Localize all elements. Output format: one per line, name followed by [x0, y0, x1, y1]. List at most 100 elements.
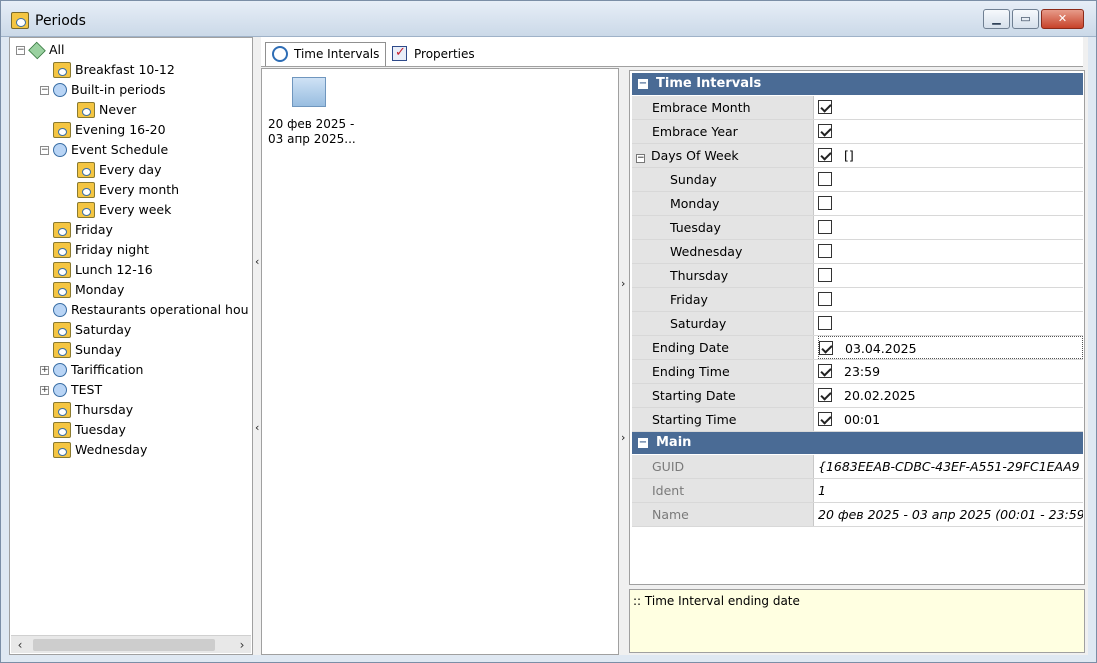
checkbox[interactable] — [818, 412, 832, 426]
tree-item[interactable]: Monday — [40, 280, 124, 300]
collapse-left-icon[interactable]: ‹ — [255, 255, 259, 268]
checkbox[interactable] — [818, 244, 832, 258]
tree-item[interactable]: Sunday — [40, 340, 122, 360]
property-value[interactable] — [818, 216, 1083, 239]
property-value[interactable]: 20 фев 2025 - 03 апр 2025 (00:01 - 23:59… — [818, 503, 1083, 526]
property-grid[interactable]: − Time Intervals Embrace Month Embrace Year… — [629, 70, 1085, 585]
close-button[interactable]: ✕ — [1041, 9, 1084, 29]
checkbox[interactable] — [818, 292, 832, 306]
property-row-embrace-year[interactable]: Embrace Year — [632, 120, 1083, 144]
tree-item[interactable]: + Tariffication — [40, 360, 143, 380]
property-value[interactable] — [818, 192, 1083, 215]
checkbox[interactable] — [818, 148, 832, 162]
tree-item[interactable]: − Event Schedule — [40, 140, 168, 160]
property-row-embrace-month[interactable]: Embrace Month — [632, 96, 1083, 120]
title-bar[interactable]: Periods ▁ ▭ ✕ — [1, 1, 1096, 37]
list-item[interactable]: 20 фев 2025 - 03 апр 2025... — [268, 77, 358, 147]
property-row-thursday[interactable]: Thursday — [632, 264, 1083, 288]
property-value[interactable]: [] — [818, 144, 1083, 167]
property-value[interactable] — [818, 264, 1083, 287]
property-row-friday[interactable]: Friday — [632, 288, 1083, 312]
minimize-button[interactable]: ▁ — [983, 9, 1010, 29]
tree-item[interactable]: Friday night — [40, 240, 149, 260]
maximize-button[interactable]: ▭ — [1012, 9, 1039, 29]
calendar-clock-icon — [53, 322, 71, 338]
property-row-name[interactable]: Name 20 фев 2025 - 03 апр 2025 (00:01 - 2… — [632, 503, 1083, 527]
checkbox[interactable] — [818, 364, 832, 378]
checkbox[interactable] — [818, 172, 832, 186]
property-value[interactable]: 23:59 — [818, 360, 1083, 383]
checkbox[interactable] — [818, 316, 832, 330]
tab-properties[interactable]: Properties — [385, 42, 482, 66]
collapse-icon[interactable]: − — [636, 154, 645, 163]
collapse-icon[interactable]: − — [638, 79, 648, 89]
tree-horizontal-scrollbar[interactable]: ‹ › — [11, 635, 251, 653]
property-row-saturday[interactable]: Saturday — [632, 312, 1083, 336]
property-row-sunday[interactable]: Sunday — [632, 168, 1083, 192]
category-main[interactable]: − Main — [632, 432, 1083, 454]
tree-item[interactable]: Evening 16-20 — [40, 120, 166, 140]
scroll-left-icon[interactable]: ‹ — [11, 636, 29, 654]
tree-expander-icon[interactable]: − — [40, 85, 49, 95]
tree-item[interactable]: Breakfast 10-12 — [40, 60, 175, 80]
property-value[interactable]: 00:01 — [818, 408, 1083, 431]
periods-tree[interactable]: Wednesday Tuesday Thursday + TEST + Tarifficat… — [9, 37, 253, 655]
property-row-starting-date[interactable]: Starting Date 20.02.2025 — [632, 384, 1083, 408]
property-row-ending-date[interactable]: Ending Date 03.04.2025 — [632, 336, 1083, 360]
property-value[interactable] — [818, 240, 1083, 263]
tree-item[interactable]: − All — [16, 40, 65, 60]
tree-item[interactable]: Never — [64, 100, 136, 120]
scroll-right-icon[interactable]: › — [233, 636, 251, 654]
tree-item[interactable]: Every week — [64, 200, 171, 220]
checkbox[interactable] — [818, 268, 832, 282]
tab-time-intervals-label: Time Intervals — [294, 47, 380, 61]
tree-item[interactable]: Every day — [64, 160, 162, 180]
intervals-list[interactable]: 20 фев 2025 - 03 апр 2025... — [261, 68, 619, 655]
tab-time-intervals[interactable]: Time Intervals — [265, 42, 387, 66]
property-row-guid[interactable]: GUID {1683EEAB-CDBC-43EF-A551-29FC1EAA9 — [632, 455, 1083, 479]
tree-expander-icon[interactable]: + — [40, 365, 49, 375]
tree-item[interactable]: + TEST — [40, 380, 102, 400]
collapse-icon[interactable]: − — [638, 438, 648, 448]
tree-item[interactable]: Friday — [40, 220, 113, 240]
tree-item[interactable]: − Built-in periods — [40, 80, 166, 100]
category-time-intervals[interactable]: − Time Intervals — [632, 73, 1083, 95]
property-row-ident[interactable]: Ident 1 — [632, 479, 1083, 503]
property-row-monday[interactable]: Monday — [632, 192, 1083, 216]
property-value[interactable]: 1 — [818, 479, 1083, 502]
tree-item[interactable]: Wednesday — [40, 440, 147, 460]
checkbox[interactable] — [818, 196, 832, 210]
checkbox[interactable] — [819, 341, 833, 355]
tree-expander-icon[interactable]: − — [16, 45, 25, 55]
right-splitter[interactable]: › › — [621, 37, 629, 655]
checkbox[interactable] — [818, 220, 832, 234]
checkbox[interactable] — [818, 100, 832, 114]
tree-item[interactable]: Thursday — [40, 400, 133, 420]
property-value[interactable]: 20.02.2025 — [818, 384, 1083, 407]
tree-item[interactable]: Lunch 12-16 — [40, 260, 153, 280]
expand-right-icon-2[interactable]: › — [621, 431, 625, 444]
property-row-wednesday[interactable]: Wednesday — [632, 240, 1083, 264]
tree-expander-icon[interactable]: + — [40, 385, 49, 395]
property-row-days-of-week[interactable]: − Days Of Week [] — [632, 144, 1083, 168]
checkbox[interactable] — [818, 124, 832, 138]
property-value[interactable]: 03.04.2025 — [818, 336, 1083, 359]
tree-item[interactable]: Tuesday — [40, 420, 126, 440]
scroll-thumb[interactable] — [33, 639, 215, 651]
property-value[interactable] — [818, 312, 1083, 335]
tree-expander-icon[interactable]: − — [40, 145, 49, 155]
tree-item[interactable]: Every month — [64, 180, 179, 200]
property-value[interactable] — [818, 288, 1083, 311]
property-value[interactable] — [818, 168, 1083, 191]
collapse-left-icon-2[interactable]: ‹ — [255, 421, 259, 434]
property-row-starting-time[interactable]: Starting Time 00:01 — [632, 408, 1083, 432]
tree-item[interactable]: Restaurants operational hou — [40, 300, 249, 320]
property-row-tuesday[interactable]: Tuesday — [632, 216, 1083, 240]
tree-item[interactable]: Saturday — [40, 320, 131, 340]
expand-right-icon[interactable]: › — [621, 277, 625, 290]
property-row-ending-time[interactable]: Ending Time 23:59 — [632, 360, 1083, 384]
property-value[interactable] — [818, 120, 1083, 143]
property-value[interactable] — [818, 96, 1083, 119]
checkbox[interactable] — [818, 388, 832, 402]
property-value[interactable]: {1683EEAB-CDBC-43EF-A551-29FC1EAA9 — [818, 455, 1083, 478]
